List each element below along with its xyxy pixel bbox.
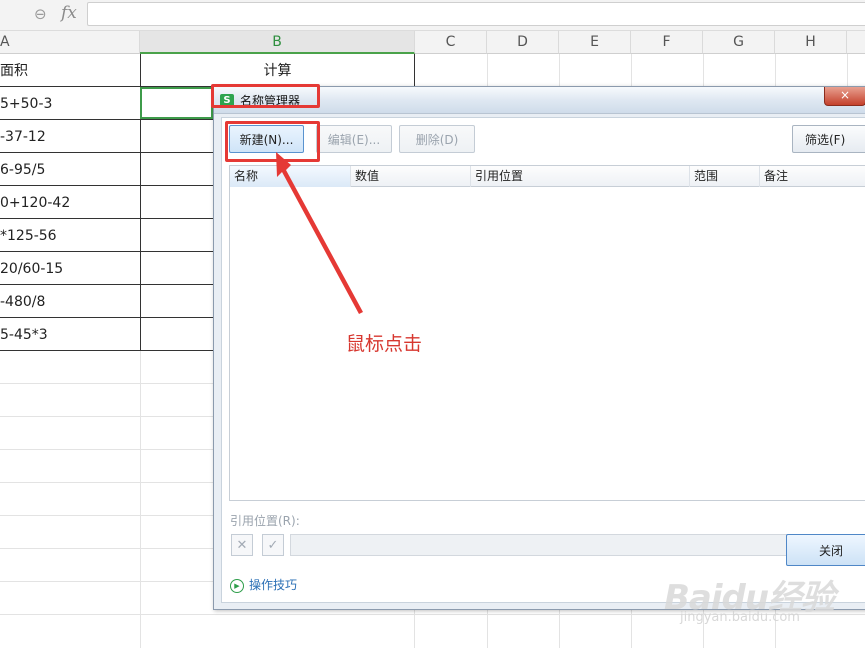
cell-a-header[interactable]: 面积	[0, 55, 28, 87]
grid-line	[0, 515, 213, 516]
cell-a-row[interactable]: 20/60-15	[0, 253, 63, 285]
grid-line	[0, 581, 213, 582]
grid-line	[0, 548, 213, 549]
cell-a-row[interactable]: 6-95/5	[0, 154, 45, 186]
title-highlight-box	[211, 84, 320, 108]
grid-line	[487, 610, 488, 648]
grid-line	[487, 54, 488, 86]
column-header-h[interactable]: H	[775, 31, 847, 54]
name-list[interactable]	[229, 187, 865, 501]
grid-line	[847, 54, 848, 86]
cell-a-row[interactable]: 5+50-3	[0, 88, 52, 120]
formula-bar: ⊖ fx	[0, 0, 865, 31]
edit-button[interactable]: 编辑(E)...	[316, 125, 392, 153]
name-list-header: 名称 数值 引用位置 范围 备注	[229, 165, 865, 187]
cancel-edit-button[interactable]: ✕	[231, 534, 253, 556]
grid-line	[0, 449, 213, 450]
fx-icon[interactable]: fx	[61, 3, 77, 23]
grid-line	[631, 610, 632, 648]
delete-button[interactable]: 删除(D)	[399, 125, 475, 153]
filter-button[interactable]: 筛选(F) ▼	[792, 125, 865, 153]
magnifier-icon[interactable]: ⊖	[34, 5, 47, 23]
grid-line	[414, 610, 415, 648]
tips-link[interactable]: ▶ 操作技巧	[230, 576, 297, 593]
cell-a-row[interactable]: 0+120-42	[0, 187, 70, 219]
grid-line	[140, 351, 141, 648]
baidu-watermark-url: jingyan.baidu.com	[680, 610, 800, 625]
column-header-e[interactable]: E	[559, 31, 631, 54]
column-header-next[interactable]	[847, 31, 865, 54]
grid-line	[703, 54, 704, 86]
column-header-c[interactable]: C	[415, 31, 487, 54]
active-cell[interactable]	[140, 87, 213, 119]
grid-line	[559, 610, 560, 648]
grid-line	[631, 54, 632, 86]
filter-button-label: 筛选(F)	[805, 133, 846, 147]
refers-to-input[interactable]	[290, 534, 865, 556]
grid-line	[775, 54, 776, 86]
column-header-scope[interactable]: 范围	[690, 166, 760, 187]
cell-a-row[interactable]: -480/8	[0, 286, 45, 318]
close-icon[interactable]: ×	[824, 87, 865, 106]
cell-a-row[interactable]: *125-56	[0, 220, 57, 252]
grid-line	[559, 54, 560, 86]
column-header-b[interactable]: B	[140, 31, 415, 54]
cell-a-row[interactable]: 5-45*3	[0, 319, 48, 351]
play-icon: ▶	[230, 578, 244, 593]
column-header-refers-to[interactable]: 引用位置	[471, 166, 690, 187]
column-header-g[interactable]: G	[703, 31, 775, 54]
cell-a-row[interactable]: -37-12	[0, 121, 46, 153]
tips-label: 操作技巧	[249, 578, 298, 592]
grid-line	[0, 383, 213, 384]
grid-line	[0, 482, 213, 483]
annotation-text: 鼠标点击	[346, 333, 423, 355]
name-manager-dialog: S 名称管理器 × 新建(N)... 编辑(E)... 删除(D) 筛选(F) …	[213, 86, 865, 610]
dialog-body: 新建(N)... 编辑(E)... 删除(D) 筛选(F) ▼ 名称 数值 引用…	[221, 117, 865, 603]
column-header-a[interactable]: A	[0, 31, 140, 54]
column-header-value[interactable]: 数值	[351, 166, 471, 187]
confirm-edit-button[interactable]: ✓	[262, 534, 284, 556]
grid-line	[0, 416, 213, 417]
close-button[interactable]: 关闭	[786, 534, 865, 566]
formula-input[interactable]	[87, 2, 865, 26]
column-header-comment[interactable]: 备注	[760, 166, 865, 187]
cell-b-header[interactable]: 计算	[140, 55, 415, 87]
refers-to-label: 引用位置(R):	[230, 514, 300, 528]
new-button-highlight-box	[225, 121, 320, 162]
column-header-name[interactable]: 名称	[230, 166, 351, 187]
column-header-f[interactable]: F	[631, 31, 703, 54]
column-header-d[interactable]: D	[487, 31, 559, 54]
